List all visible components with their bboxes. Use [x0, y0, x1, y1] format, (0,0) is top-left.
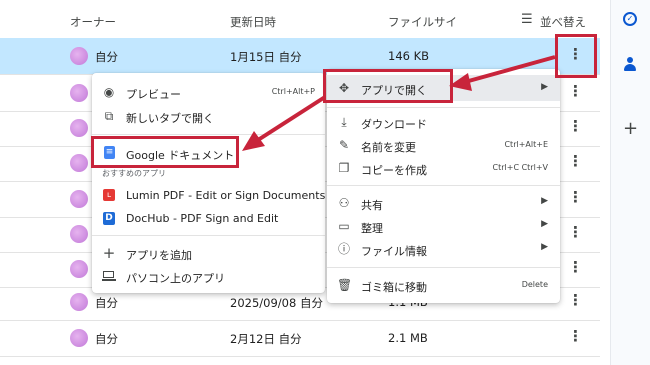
arrowhead [242, 131, 265, 151]
annotation-arrows [242, 55, 556, 151]
arrow-line [256, 95, 327, 142]
arrowhead [449, 73, 472, 91]
arrow-line [464, 55, 556, 84]
